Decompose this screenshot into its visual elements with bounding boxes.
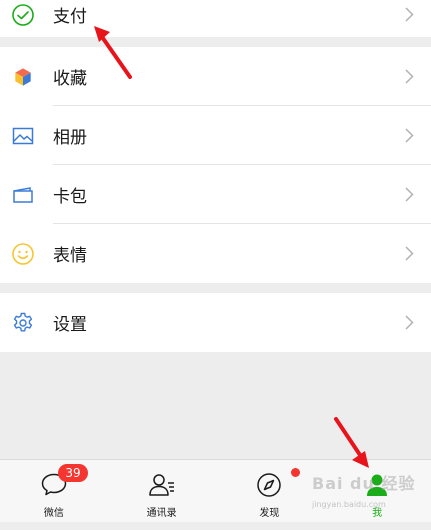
gear-icon <box>10 310 36 336</box>
chevron-right-icon <box>403 315 415 331</box>
tab-discover-label: 发现 <box>259 508 280 519</box>
watermark-brand: Bai du 经验 <box>312 474 416 493</box>
menu-item-pay-label: 支付 <box>53 7 87 27</box>
new-content-dot <box>290 468 300 477</box>
tab-chats-label: 微信 <box>43 508 64 519</box>
chevron-right-icon <box>403 7 415 23</box>
chevron-right-icon <box>403 69 415 85</box>
menu-item-stickers[interactable]: 表情 <box>0 224 431 283</box>
menu-item-album-label: 相册 <box>53 128 87 148</box>
tab-contacts-label: 通讯录 <box>146 508 177 519</box>
contacts-person-icon <box>148 472 176 498</box>
menu-item-favorites[interactable]: 收藏 <box>0 47 431 106</box>
menu-group-settings: 设置 <box>0 293 431 352</box>
tab-contacts[interactable]: 通讯录 <box>108 460 216 522</box>
menu-item-cards[interactable]: 卡包 <box>0 165 431 224</box>
menu-item-settings-label: 设置 <box>53 315 87 335</box>
menu-item-settings[interactable]: 设置 <box>0 293 431 352</box>
menu-item-favorites-label: 收藏 <box>53 69 87 89</box>
tab-chats[interactable]: 微信 39 <box>0 460 108 522</box>
menu-item-stickers-label: 表情 <box>53 246 87 266</box>
menu-group-pay: 支付 <box>0 0 431 37</box>
pay-icon <box>10 2 36 28</box>
smiley-face-icon <box>10 241 36 267</box>
watermark-url: jingyan.baidu.com <box>312 500 386 509</box>
compass-icon <box>255 472 283 498</box>
tab-discover[interactable]: 发现 <box>216 460 324 522</box>
card-wallet-icon <box>10 182 36 208</box>
menu-item-album[interactable]: 相册 <box>0 106 431 165</box>
favorites-cube-icon <box>10 64 36 90</box>
baidu-watermark: Bai du 经验 jingyan.baidu.com <box>312 470 415 509</box>
album-picture-icon <box>10 123 36 149</box>
chevron-right-icon <box>403 128 415 144</box>
chevron-right-icon <box>403 246 415 262</box>
menu-group-content: 收藏 相册 卡包 表情 <box>0 47 431 283</box>
menu-item-pay[interactable]: 支付 <box>0 0 431 37</box>
chevron-right-icon <box>403 187 415 203</box>
menu-item-cards-label: 卡包 <box>53 187 87 207</box>
unread-badge: 39 <box>58 464 88 482</box>
